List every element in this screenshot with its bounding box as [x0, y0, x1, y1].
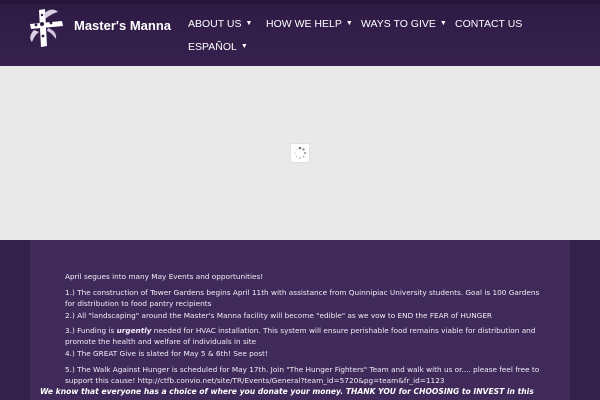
news-item-5[interactable]: 5.) The Walk Against Hunger is scheduled…	[65, 364, 545, 386]
spinner-graphic	[294, 146, 307, 159]
spinner-icon	[290, 143, 310, 163]
nav-item-label: HOW WE HELP	[266, 18, 342, 30]
site-header: Master's Manna ABOUT US ▼ HOW WE HELP ▼ WA…	[0, 0, 600, 66]
caret-down-icon: ▼	[240, 43, 248, 51]
news-item-3: 3.) Funding is urgently needed for HVAC …	[65, 325, 545, 347]
nav-item-label: CONTACT US	[455, 18, 523, 30]
closing-message: We know that everyone has a choice of wh…	[40, 387, 534, 396]
news-intro: April segues into many May Events and op…	[65, 272, 264, 281]
news-section: April segues into many May Events and op…	[0, 240, 600, 400]
news-item-3-start: 3.) Funding is	[65, 326, 117, 335]
news-content-box: April segues into many May Events and op…	[30, 240, 570, 400]
caret-down-icon: ▼	[245, 20, 253, 28]
nav-item-label: ESPAÑOL	[188, 41, 237, 53]
caret-down-icon: ▼	[439, 20, 447, 28]
news-item-4: 4.) The GREAT Give is slated for May 5 &…	[65, 349, 268, 358]
news-item-2: 2.) All "landscaping" around the Master'…	[65, 311, 492, 320]
nav-item-about-us[interactable]: ABOUT US ▼	[188, 14, 252, 34]
nav-item-contact-us[interactable]: CONTACT US	[455, 14, 522, 34]
news-item-1: 1.) The construction of Tower Gardens be…	[65, 288, 540, 308]
news-item-3-emphasis: urgently	[116, 326, 152, 335]
cross-leaf-logo-icon	[30, 9, 63, 47]
main-nav: ABOUT US ▼ HOW WE HELP ▼ WAYS TO GIVE ▼ CON…	[180, 0, 600, 66]
caret-down-icon: ▼	[345, 20, 353, 28]
nav-item-label: ABOUT US	[188, 18, 242, 30]
nav-item-ways-to-give[interactable]: WAYS TO GIVE ▼	[361, 14, 447, 34]
nav-item-espanol[interactable]: ESPAÑOL ▼	[188, 37, 248, 57]
nav-item-label: WAYS TO GIVE	[361, 18, 436, 30]
site-logo[interactable]: Master's Manna	[22, 4, 172, 48]
nav-item-how-we-help[interactable]: HOW WE HELP ▼	[266, 14, 353, 34]
brand-name: Master's Manna	[74, 18, 172, 33]
